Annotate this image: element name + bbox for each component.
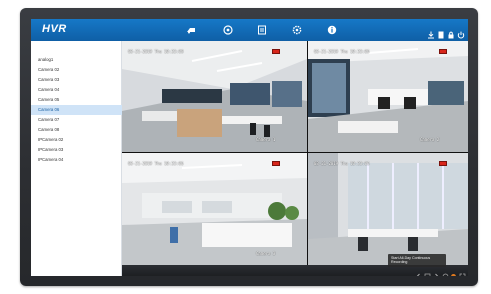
video-grid: 03-21-2019 Thu 10:33:08 Camera 1 03-21-2…: [122, 41, 468, 265]
brand-logo: HVR: [42, 23, 67, 35]
tooltip-line-2: Recording: [391, 260, 408, 265]
camera-item-selected[interactable]: Camera 06: [31, 105, 122, 115]
video-tile-4[interactable]: 03-21-2019 Thu 10:33:06: [308, 153, 468, 265]
nvr-screen: HVR analog1 Camera 02 Camera 03 Camera 0…: [31, 19, 468, 276]
camera-item[interactable]: IPCamera 02: [31, 135, 122, 145]
camera-name-overlay: Camera 2: [420, 137, 440, 142]
camera-name-overlay: Camera 1: [256, 137, 276, 142]
camera-item[interactable]: Camera 03: [31, 75, 122, 85]
recording-badge-icon: [272, 49, 280, 54]
office-scene-1: [122, 41, 307, 152]
layout-icon[interactable]: [424, 267, 431, 276]
office-scene-4: [308, 153, 468, 265]
lock-icon[interactable]: [447, 26, 455, 39]
camera-item[interactable]: Camera 07: [31, 115, 122, 125]
record-tooltip: Start All-Day Continuous Recording: [388, 254, 446, 267]
recording-badge-icon: [439, 49, 447, 54]
prev-page-icon[interactable]: [415, 267, 422, 276]
top-bar: HVR: [31, 19, 468, 41]
camera-item[interactable]: Camera 08: [31, 125, 122, 135]
office-scene-2: [308, 41, 468, 152]
camera-item[interactable]: Camera 02: [31, 65, 122, 75]
fullscreen-icon[interactable]: [459, 267, 466, 276]
camera-item[interactable]: IPCamera 04: [31, 155, 122, 165]
settings-icon[interactable]: [292, 25, 302, 35]
power-icon[interactable]: [457, 26, 465, 39]
camera-item[interactable]: analog1: [31, 55, 122, 65]
camera-list: analog1 Camera 02 Camera 03 Camera 04 Ca…: [31, 41, 122, 276]
video-tile-1[interactable]: 03-21-2019 Thu 10:33:08 Camera 1: [122, 41, 307, 152]
camera-item[interactable]: IPCamera 03: [31, 145, 122, 155]
timestamp-overlay: 03-21-2019 Thu 10:33:06: [128, 161, 184, 166]
document-icon[interactable]: [437, 26, 445, 39]
playback-icon[interactable]: [223, 25, 233, 35]
camera-item[interactable]: Camera 05: [31, 95, 122, 105]
office-scene-3: [122, 153, 307, 265]
record-icon[interactable]: [450, 267, 457, 276]
recording-badge-icon: [272, 161, 280, 166]
backup-icon[interactable]: [257, 25, 267, 35]
timestamp-overlay: 03-21-2019 Thu 10:33:08: [128, 49, 184, 54]
timestamp-overlay: 03-21-2019 Thu 10:33:06: [314, 49, 370, 54]
next-page-icon[interactable]: [433, 267, 440, 276]
camera-name-overlay: Camera 3: [256, 251, 276, 256]
download-icon[interactable]: [427, 26, 435, 39]
recording-badge-icon: [439, 161, 447, 166]
sequence-icon[interactable]: [442, 267, 449, 276]
timestamp-overlay: 03-21-2019 Thu 10:33:06: [314, 161, 370, 166]
live-view-icon[interactable]: [186, 25, 196, 35]
info-icon[interactable]: [327, 25, 337, 35]
video-tile-3[interactable]: 03-21-2019 Thu 10:33:06 Camera 3: [122, 153, 307, 265]
video-tile-2[interactable]: 03-21-2019 Thu 10:33:06 Camera 2: [308, 41, 468, 152]
camera-item[interactable]: Camera 04: [31, 85, 122, 95]
